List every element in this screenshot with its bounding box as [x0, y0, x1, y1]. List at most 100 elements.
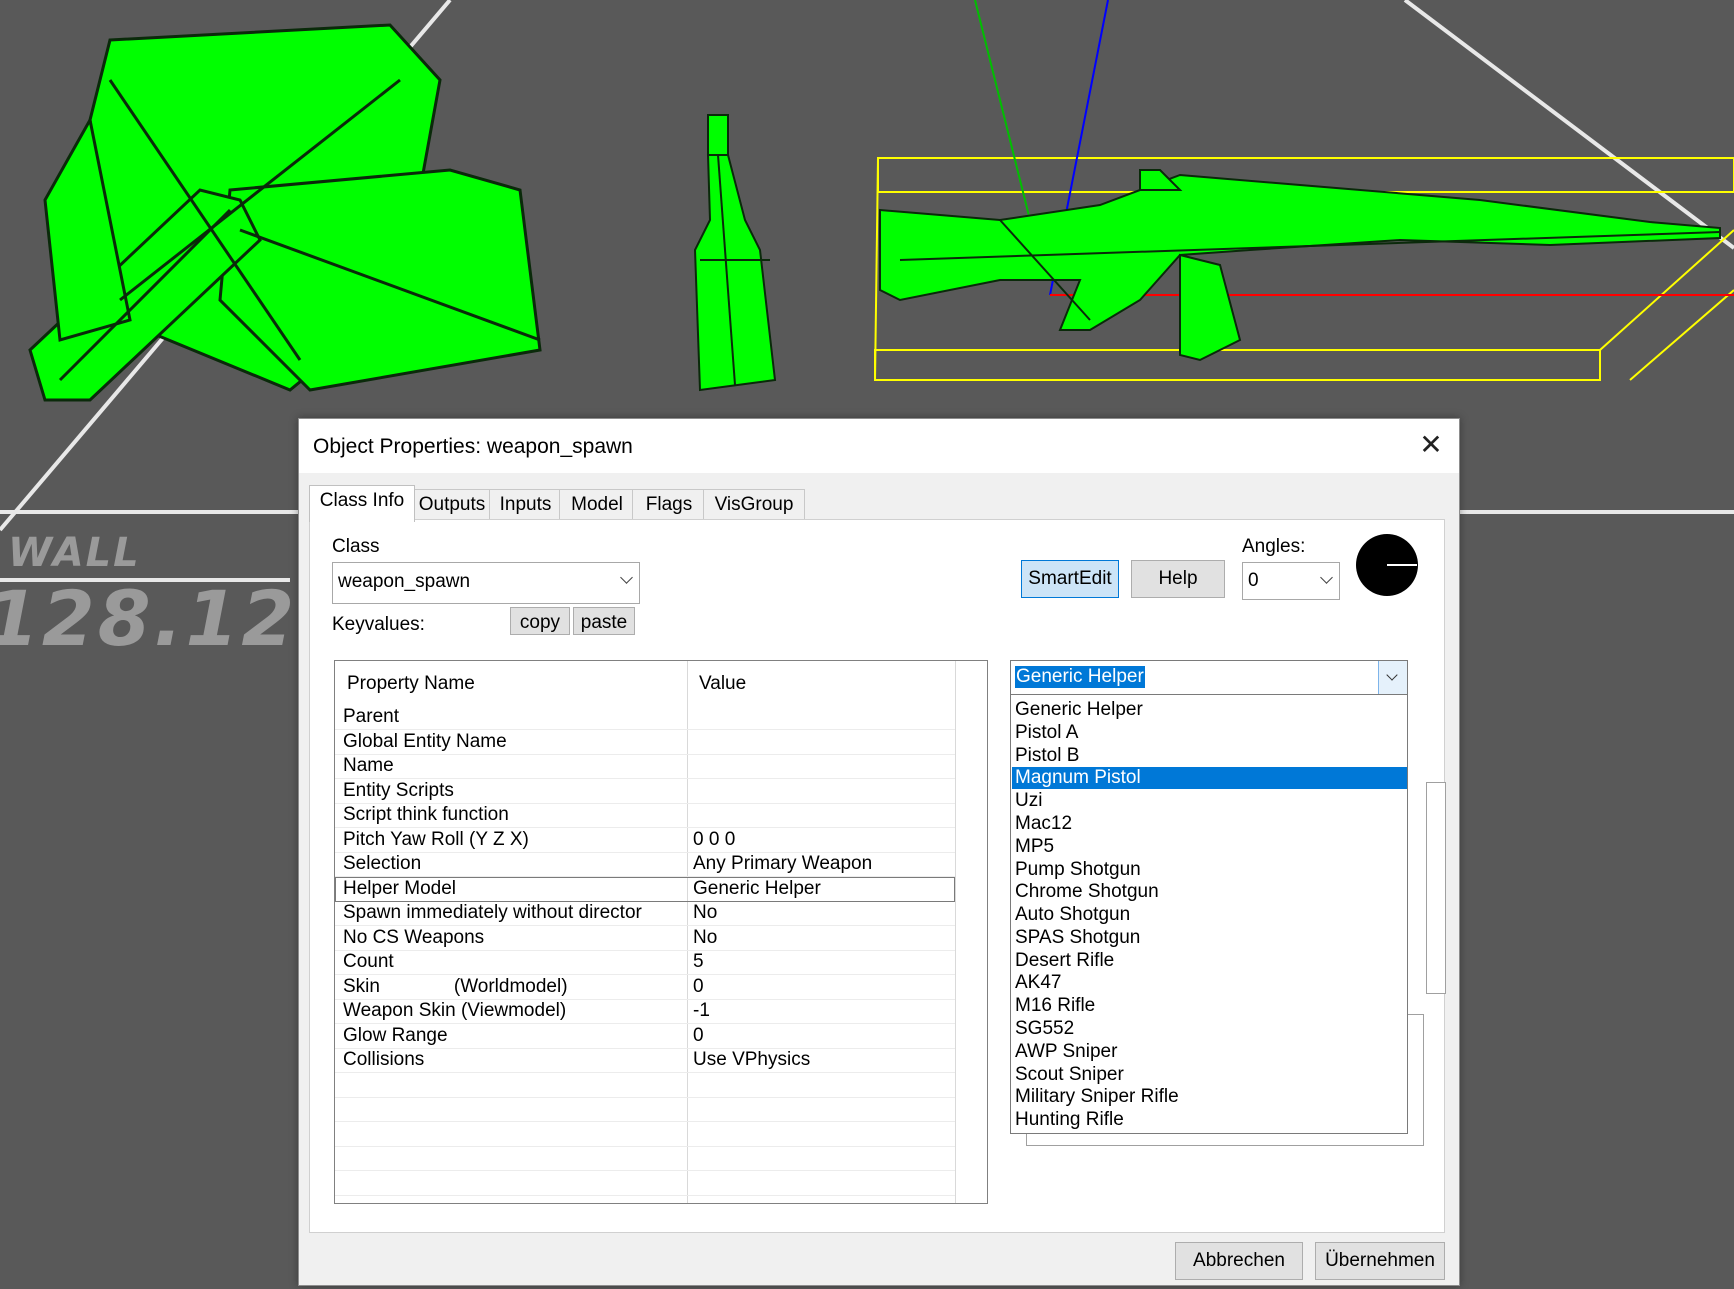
list-item[interactable]: M16 Rifle — [1012, 995, 1407, 1017]
property-name: Glow Range — [343, 1024, 448, 1046]
paste-button[interactable]: paste — [573, 607, 635, 635]
bottle-model — [693, 114, 777, 392]
table-row[interactable]: Selection Any Primary Weapon — [335, 852, 955, 877]
angles-label: Angles: — [1242, 536, 1306, 557]
copy-button[interactable]: copy — [510, 607, 570, 635]
tab-inputs[interactable]: Inputs — [489, 489, 562, 520]
table-row[interactable]: Collisions Use VPhysics — [335, 1048, 955, 1073]
list-item[interactable]: Auto Shotgun — [1012, 904, 1407, 926]
list-item[interactable]: Chrome Shotgun — [1012, 881, 1407, 903]
table-row[interactable]: Spawn immediately without director No — [335, 901, 955, 926]
table-row[interactable]: Parent — [335, 705, 955, 730]
table-row[interactable]: Weapon Skin (Viewmodel) -1 — [335, 999, 955, 1024]
property-name: Skin (Worldmodel) — [343, 975, 568, 997]
angles-combo-value: 0 — [1248, 570, 1259, 591]
smartedit-button[interactable]: SmartEdit — [1021, 560, 1119, 598]
property-name: Entity Scripts — [343, 779, 454, 801]
table-row[interactable]: Name — [335, 754, 955, 779]
property-value: Any Primary Weapon — [693, 853, 873, 874]
list-item[interactable]: Mac12 — [1012, 813, 1407, 835]
table-row-empty[interactable] — [335, 1097, 955, 1122]
list-item[interactable]: Pistol B — [1012, 745, 1407, 767]
table-row[interactable]: Global Entity Name — [335, 730, 955, 755]
property-value: 0 — [693, 1024, 704, 1046]
chevron-down-icon — [1320, 571, 1333, 584]
list-item[interactable]: AWP Sniper — [1012, 1041, 1407, 1063]
keyvalues-label: Keyvalues: — [332, 614, 425, 635]
table-row-empty[interactable] — [335, 1122, 955, 1147]
list-item[interactable]: SG552 — [1012, 1018, 1407, 1040]
table-row-empty[interactable] — [335, 1171, 955, 1196]
table-row[interactable]: Glow Range 0 — [335, 1024, 955, 1049]
class-combo-value: weapon_spawn — [338, 571, 471, 592]
list-item-highlighted[interactable]: Magnum Pistol — [1012, 767, 1407, 789]
dialog-titlebar[interactable]: Object Properties: weapon_spawn ✕ — [299, 419, 1459, 473]
list-item[interactable]: Generic Helper — [1012, 699, 1407, 721]
list-item[interactable]: Hunting Rifle — [1012, 1109, 1407, 1131]
list-item[interactable]: AK47 — [1012, 972, 1407, 994]
scrollbar-divider — [955, 661, 956, 1203]
table-row[interactable]: No CS Weapons No — [335, 926, 955, 951]
property-name: Name — [343, 755, 394, 776]
property-name: Helper Model — [343, 877, 456, 899]
list-item[interactable]: Pump Shotgun — [1012, 859, 1407, 881]
table-row[interactable]: Script think function — [335, 803, 955, 828]
property-value: 0 — [693, 975, 704, 997]
property-value: No — [693, 926, 718, 948]
property-value: Generic Helper — [693, 877, 821, 899]
list-item[interactable]: Desert Rifle — [1012, 950, 1407, 972]
property-name: Script think function — [343, 804, 509, 825]
class-label: Class — [332, 536, 380, 557]
smartedit-help-box — [1426, 782, 1446, 994]
dropdown-button[interactable] — [1378, 661, 1407, 695]
tab-flags[interactable]: Flags — [632, 489, 706, 520]
property-value: 5 — [693, 951, 704, 972]
apply-button[interactable]: Übernehmen — [1315, 1242, 1445, 1280]
property-name: Global Entity Name — [343, 730, 507, 752]
class-combo[interactable]: weapon_spawn — [332, 562, 640, 604]
table-row-empty[interactable] — [335, 1073, 955, 1098]
property-name: Count — [343, 951, 394, 972]
property-name: Selection — [343, 853, 422, 874]
brush-name-label: WALL — [8, 530, 141, 576]
angles-combo[interactable]: 0 — [1242, 562, 1340, 600]
table-row[interactable]: Skin (Worldmodel) 0 — [335, 975, 955, 1000]
property-value: No — [693, 902, 718, 923]
crate-model — [28, 23, 542, 402]
list-item[interactable]: Uzi — [1012, 790, 1407, 812]
close-icon[interactable]: ✕ — [1409, 425, 1453, 465]
rifle-model — [879, 169, 1721, 362]
chevron-down-icon — [1386, 669, 1398, 681]
help-button[interactable]: Help — [1131, 560, 1225, 598]
property-name: Weapon Skin (Viewmodel) — [343, 1000, 567, 1021]
property-name: Parent — [343, 706, 399, 727]
dialog-title: Object Properties: weapon_spawn — [313, 435, 633, 458]
tab-outputs[interactable]: Outputs — [412, 489, 492, 520]
table-row[interactable]: Count 5 — [335, 950, 955, 975]
table-row[interactable]: Entity Scripts — [335, 779, 955, 804]
keyvalues-table[interactable]: Property Name Value Parent Global Entity… — [334, 660, 988, 1204]
cancel-button[interactable]: Abbrechen — [1175, 1242, 1303, 1280]
list-item[interactable]: MP5 — [1012, 836, 1407, 858]
helper-model-combo-value: Generic Helper — [1015, 666, 1145, 688]
list-item[interactable]: Military Sniper Rifle — [1012, 1086, 1407, 1108]
property-name: Spawn immediately without director — [343, 902, 642, 923]
helper-model-combo[interactable]: Generic Helper — [1010, 660, 1408, 696]
tab-visgroup[interactable]: VisGroup — [703, 489, 805, 520]
column-header-value[interactable]: Value — [699, 673, 746, 695]
table-row[interactable]: Pitch Yaw Roll (Y Z X) 0 0 0 — [335, 828, 955, 853]
table-row-empty[interactable] — [335, 1146, 955, 1171]
angle-dial-needle — [1387, 564, 1417, 566]
helper-model-dropdown-list[interactable]: Generic Helper Pistol A Pistol B Magnum … — [1010, 694, 1408, 1134]
list-item[interactable]: Pistol A — [1012, 722, 1407, 744]
tab-model[interactable]: Model — [559, 489, 635, 520]
list-item[interactable]: SPAS Shotgun — [1012, 927, 1407, 949]
table-row-selected[interactable]: Helper Model Generic Helper — [335, 876, 955, 902]
property-name: Pitch Yaw Roll (Y Z X) — [343, 828, 529, 850]
column-header-property-name[interactable]: Property Name — [347, 673, 475, 695]
angle-dial[interactable] — [1354, 532, 1420, 598]
property-name: No CS Weapons — [343, 926, 485, 948]
list-item[interactable]: Scout Sniper — [1012, 1064, 1407, 1086]
tab-class-info[interactable]: Class Info — [309, 485, 415, 522]
property-name: Collisions — [343, 1049, 425, 1070]
